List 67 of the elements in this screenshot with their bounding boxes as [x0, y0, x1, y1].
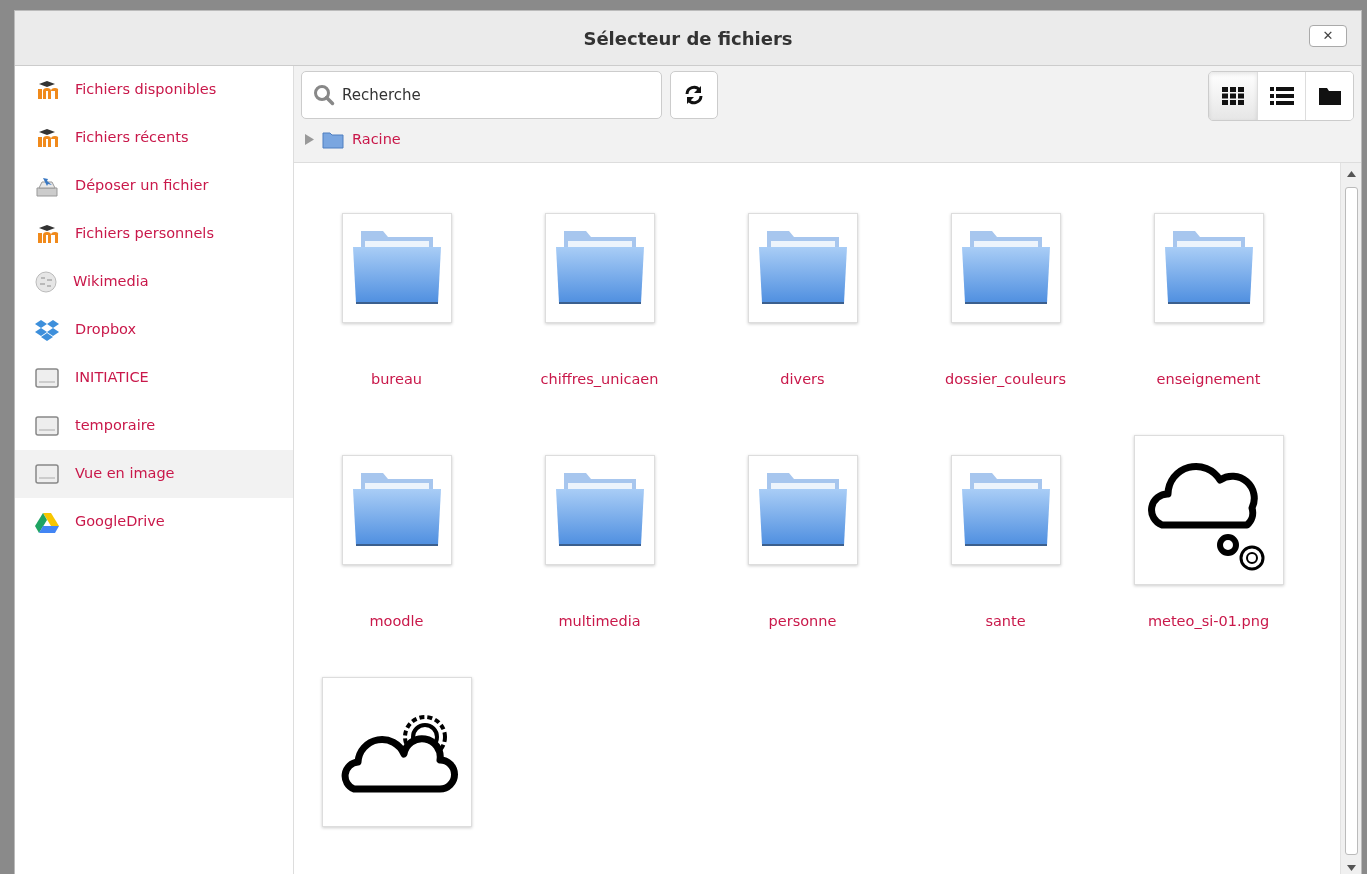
mortarboard-m-icon — [35, 224, 59, 244]
image-thumbnail[interactable] — [1133, 435, 1284, 585]
breadcrumb-link[interactable]: Racine — [352, 129, 401, 151]
folder-icon — [1318, 87, 1341, 105]
mortarboard-m-icon — [35, 128, 59, 148]
folder-thumbnail[interactable] — [341, 455, 452, 565]
folder-icon — [959, 471, 1052, 549]
file-name[interactable]: bureau — [370, 369, 422, 391]
expand-arrow-icon[interactable] — [305, 134, 314, 146]
open-box-icon — [35, 319, 59, 341]
search-field[interactable]: Recherche — [301, 71, 662, 119]
scroll-down-arrow-icon[interactable] — [1346, 865, 1356, 871]
file-name[interactable]: sante — [985, 611, 1026, 633]
folder-icon — [959, 229, 1052, 307]
sidebar-item[interactable]: INITIATICE — [15, 354, 293, 402]
file-name[interactable]: multimedia — [558, 611, 641, 633]
sidebar-item[interactable]: Fichiers récents — [15, 114, 293, 162]
file-name[interactable]: enseignement — [1156, 369, 1261, 391]
sidebar-item[interactable]: Fichiers personnels — [15, 210, 293, 258]
folder-icon — [756, 229, 849, 307]
sidebar-item[interactable]: Déposer un fichier — [15, 162, 293, 210]
hard-drive-icon — [35, 367, 59, 389]
sidebar-item[interactable]: Dropbox — [15, 306, 293, 354]
refresh-icon — [683, 84, 705, 106]
folder-thumbnail[interactable] — [747, 455, 858, 565]
mortarboard-m-icon — [35, 80, 59, 100]
view-toggle-button[interactable] — [1257, 72, 1305, 120]
folder-thumbnail[interactable] — [950, 213, 1061, 323]
file-name[interactable]: personne — [768, 611, 837, 633]
scrollbar[interactable] — [1340, 163, 1361, 874]
folder-icon — [350, 471, 443, 549]
scroll-up-arrow-icon[interactable] — [1346, 171, 1356, 177]
folder-thumbnail[interactable] — [341, 213, 452, 323]
folder-thumbnail[interactable] — [544, 455, 655, 565]
globe-icon — [35, 271, 57, 293]
list-icon — [1269, 87, 1294, 105]
sidebar-item[interactable]: Vue en image — [15, 450, 293, 498]
sidebar-item[interactable]: Wikimedia — [15, 258, 293, 306]
file-name[interactable]: divers — [780, 369, 825, 391]
folder-thumbnail[interactable] — [1153, 213, 1264, 323]
close-button[interactable]: ✕ — [1309, 25, 1347, 47]
image-thumbnail[interactable] — [321, 677, 472, 827]
file-name[interactable]: moodle — [369, 611, 424, 633]
file-name[interactable]: dossier_couleurs — [944, 369, 1066, 391]
folder-icon — [322, 130, 344, 149]
triangle-icon — [35, 511, 59, 533]
file-name[interactable]: meteo_si-01.png — [1147, 611, 1270, 633]
grid-icon — [1222, 87, 1244, 105]
sidebar-item[interactable]: Fichiers disponibles — [15, 66, 293, 114]
inbox-tray-icon — [35, 175, 59, 197]
folder-icon — [756, 471, 849, 549]
view-toggle-button[interactable] — [1209, 72, 1257, 120]
folder-icon — [1162, 229, 1255, 307]
folder-icon — [350, 229, 443, 307]
folder-thumbnail[interactable] — [544, 213, 655, 323]
folder-thumbnail[interactable] — [747, 213, 858, 323]
view-toggle-button[interactable] — [1305, 72, 1353, 120]
sidebar-item[interactable]: temporaire — [15, 402, 293, 450]
file-name[interactable]: chiffres_unicaen — [540, 369, 659, 391]
folder-icon — [553, 471, 646, 549]
hard-drive-icon — [35, 415, 59, 437]
dialog-title: Sélecteur de fichiers — [583, 26, 793, 51]
folder-thumbnail[interactable] — [950, 455, 1061, 565]
folder-icon — [553, 229, 646, 307]
sidebar-item[interactable]: GoogleDrive — [15, 498, 293, 546]
hard-drive-icon — [35, 463, 59, 485]
refresh-button[interactable] — [670, 71, 718, 119]
